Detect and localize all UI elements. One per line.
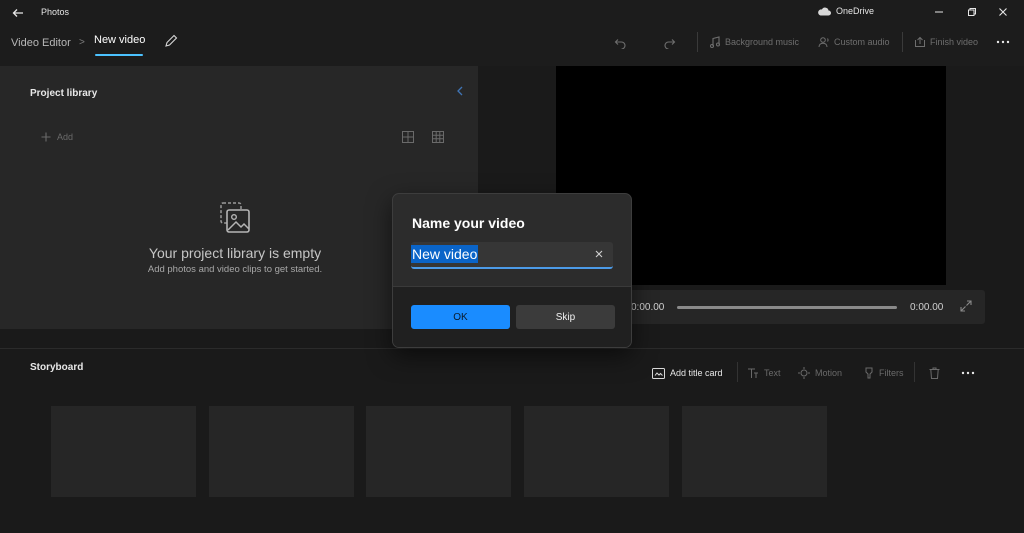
add-media-button[interactable]: Add [41, 132, 73, 142]
project-library-title: Project library [30, 88, 98, 99]
video-name-value: New video [411, 245, 479, 263]
text-button[interactable]: Text [747, 366, 781, 380]
dialog-title: Name your video [412, 215, 525, 231]
music-note-icon [710, 36, 720, 48]
media-stack-icon [218, 201, 252, 235]
minimize-button[interactable] [924, 3, 954, 21]
empty-library-title: Your project library is empty [148, 245, 322, 261]
breadcrumb-active-indicator [95, 54, 143, 56]
background-music-label: Background music [725, 37, 800, 47]
add-title-card-button[interactable]: Add title card [652, 366, 723, 380]
video-name-input[interactable]: New video [411, 242, 613, 269]
add-media-label: Add [57, 132, 74, 142]
total-time: 0:00.00 [910, 302, 944, 313]
title-card-icon [652, 367, 665, 379]
storyboard-slot[interactable] [366, 406, 511, 497]
export-icon [915, 36, 925, 47]
storyboard-slot[interactable] [209, 406, 354, 497]
chevron-left-icon [457, 86, 463, 96]
storyboard-slot[interactable] [51, 406, 196, 497]
restore-icon [968, 8, 976, 16]
storyboard-slot[interactable] [524, 406, 669, 497]
seek-bar[interactable] [677, 306, 897, 309]
close-icon [999, 8, 1007, 16]
redo-icon [664, 38, 676, 49]
maximize-button[interactable] [957, 3, 987, 21]
skip-button[interactable]: Skip [516, 305, 615, 329]
grid-view-icon [402, 131, 414, 143]
large-grid-icon [432, 131, 444, 143]
fullscreen-button[interactable] [960, 300, 974, 314]
more-icon [996, 40, 1010, 44]
filters-icon [865, 367, 873, 379]
storyboard-slot[interactable] [682, 406, 827, 497]
undo-button[interactable] [614, 34, 627, 50]
clear-input-button[interactable] [591, 246, 607, 262]
motion-icon [798, 367, 810, 379]
pencil-icon [165, 34, 178, 47]
back-button[interactable] [6, 4, 30, 22]
back-arrow-icon [12, 9, 23, 17]
current-time: 0:00.00 [631, 302, 665, 313]
motion-label: Motion [815, 368, 843, 378]
filters-label: Filters [879, 368, 904, 378]
small-grid-view-button[interactable] [402, 131, 414, 143]
name-video-dialog: Name your video New video OK Skip [392, 193, 632, 348]
minimize-icon [935, 11, 943, 13]
header-divider [697, 32, 698, 52]
large-grid-view-button[interactable] [432, 131, 444, 143]
breadcrumb-video-editor[interactable]: Video Editor [11, 37, 71, 49]
redo-button[interactable] [663, 34, 676, 50]
close-button[interactable] [988, 3, 1018, 21]
plus-icon [41, 132, 51, 142]
delete-button[interactable] [929, 366, 940, 380]
finish-video-button[interactable]: Finish video [914, 34, 978, 50]
section-divider [0, 348, 1024, 349]
onedrive-label: OneDrive [836, 6, 875, 16]
storyboard-divider [914, 362, 915, 382]
finish-video-label: Finish video [930, 37, 979, 47]
person-audio-icon [818, 37, 829, 48]
trash-icon [929, 367, 940, 379]
text-label: Text [764, 368, 781, 378]
breadcrumb-separator: > [79, 37, 85, 48]
text-icon [748, 368, 758, 378]
custom-audio-label: Custom audio [834, 37, 890, 47]
breadcrumb-project-name[interactable]: New video [94, 34, 145, 46]
background-music-button[interactable]: Background music [709, 34, 799, 50]
more-options-button[interactable] [996, 34, 1010, 50]
storyboard-divider [737, 362, 738, 382]
header-divider [902, 32, 903, 52]
onedrive-cloud-icon [818, 7, 831, 15]
custom-audio-button[interactable]: Custom audio [818, 34, 890, 50]
onedrive-button[interactable]: OneDrive [817, 6, 874, 16]
clear-icon [595, 250, 603, 258]
collapse-library-button[interactable] [456, 86, 466, 98]
empty-library-subtitle: Add photos and video clips to get starte… [147, 264, 323, 275]
app-title: Photos [41, 7, 70, 17]
add-title-card-label: Add title card [670, 368, 723, 378]
ok-button[interactable]: OK [411, 305, 510, 329]
undo-icon [614, 38, 626, 49]
more-icon [961, 371, 975, 375]
filters-button[interactable]: Filters [864, 366, 904, 380]
expand-icon [960, 300, 972, 312]
motion-button[interactable]: Motion [798, 366, 842, 380]
storyboard-more-button[interactable] [961, 366, 975, 380]
storyboard-title: Storyboard [30, 362, 84, 373]
rename-button[interactable] [164, 34, 180, 50]
